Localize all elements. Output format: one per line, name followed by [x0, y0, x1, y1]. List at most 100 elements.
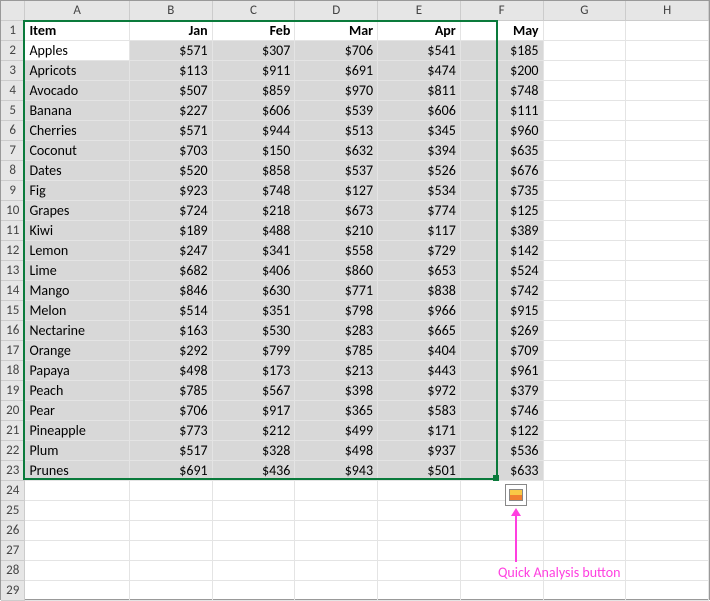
cell-F8[interactable]: $676	[460, 160, 543, 180]
row-header-2[interactable]: 2	[1, 40, 25, 60]
row-header-18[interactable]: 18	[1, 360, 25, 380]
cell-C14[interactable]: $630	[212, 280, 295, 300]
cell-F15[interactable]: $915	[460, 300, 543, 320]
cell-H22[interactable]	[626, 440, 709, 460]
cell-E7[interactable]: $394	[378, 140, 461, 160]
cell-H25[interactable]	[626, 500, 709, 520]
cell-D25[interactable]	[295, 500, 378, 520]
cell-G2[interactable]	[543, 40, 626, 60]
cell-G24[interactable]	[543, 480, 626, 500]
cell-D11[interactable]: $210	[295, 220, 378, 240]
cell-A3[interactable]: Apricots	[25, 60, 129, 80]
row-header-11[interactable]: 11	[1, 220, 25, 240]
cell-H20[interactable]	[626, 400, 709, 420]
cell-H26[interactable]	[626, 520, 709, 540]
cell-D7[interactable]: $632	[295, 140, 378, 160]
cell-F12[interactable]: $142	[460, 240, 543, 260]
cell-C8[interactable]: $858	[212, 160, 295, 180]
cell-B12[interactable]: $247	[129, 240, 212, 260]
cell-C6[interactable]: $944	[212, 120, 295, 140]
cell-B29[interactable]	[129, 580, 212, 600]
cell-G18[interactable]	[543, 360, 626, 380]
cell-E21[interactable]: $171	[378, 420, 461, 440]
cell-A11[interactable]: Kiwi	[25, 220, 129, 240]
cell-E16[interactable]: $665	[378, 320, 461, 340]
cell-A1[interactable]: Item	[25, 20, 129, 40]
cell-D23[interactable]: $943	[295, 460, 378, 480]
cell-D13[interactable]: $860	[295, 260, 378, 280]
row-header-5[interactable]: 5	[1, 100, 25, 120]
cell-G14[interactable]	[543, 280, 626, 300]
column-header-F[interactable]: F	[460, 1, 543, 20]
cell-E1[interactable]: Apr	[378, 20, 461, 40]
cell-G15[interactable]	[543, 300, 626, 320]
cell-C3[interactable]: $911	[212, 60, 295, 80]
cell-A12[interactable]: Lemon	[25, 240, 129, 260]
row-header-25[interactable]: 25	[1, 500, 25, 520]
cell-B3[interactable]: $113	[129, 60, 212, 80]
cell-C29[interactable]	[212, 580, 295, 600]
cell-A23[interactable]: Prunes	[25, 460, 129, 480]
cell-D6[interactable]: $513	[295, 120, 378, 140]
cell-C27[interactable]	[212, 540, 295, 560]
cell-A26[interactable]	[25, 520, 129, 540]
cell-G12[interactable]	[543, 240, 626, 260]
cell-B18[interactable]: $498	[129, 360, 212, 380]
cell-D14[interactable]: $771	[295, 280, 378, 300]
cell-G23[interactable]	[543, 460, 626, 480]
cell-F19[interactable]: $379	[460, 380, 543, 400]
cell-A7[interactable]: Coconut	[25, 140, 129, 160]
cell-C19[interactable]: $567	[212, 380, 295, 400]
row-header-17[interactable]: 17	[1, 340, 25, 360]
row-header-7[interactable]: 7	[1, 140, 25, 160]
cell-E3[interactable]: $474	[378, 60, 461, 80]
cell-F24[interactable]	[460, 480, 543, 500]
cell-F9[interactable]: $735	[460, 180, 543, 200]
cell-A5[interactable]: Banana	[25, 100, 129, 120]
cell-A4[interactable]: Avocado	[25, 80, 129, 100]
cell-D24[interactable]	[295, 480, 378, 500]
row-header-4[interactable]: 4	[1, 80, 25, 100]
cell-H7[interactable]	[626, 140, 709, 160]
cell-F6[interactable]: $960	[460, 120, 543, 140]
cell-H27[interactable]	[626, 540, 709, 560]
cell-D16[interactable]: $283	[295, 320, 378, 340]
cell-B26[interactable]	[129, 520, 212, 540]
cell-H13[interactable]	[626, 260, 709, 280]
row-header-27[interactable]: 27	[1, 540, 25, 560]
row-header-10[interactable]: 10	[1, 200, 25, 220]
cell-G19[interactable]	[543, 380, 626, 400]
cell-E11[interactable]: $117	[378, 220, 461, 240]
cell-D27[interactable]	[295, 540, 378, 560]
cell-C15[interactable]: $351	[212, 300, 295, 320]
cell-C2[interactable]: $307	[212, 40, 295, 60]
cell-E6[interactable]: $345	[378, 120, 461, 140]
cell-F13[interactable]: $524	[460, 260, 543, 280]
cell-F5[interactable]: $111	[460, 100, 543, 120]
cell-E13[interactable]: $653	[378, 260, 461, 280]
cell-C20[interactable]: $917	[212, 400, 295, 420]
row-header-23[interactable]: 23	[1, 460, 25, 480]
cell-C18[interactable]: $173	[212, 360, 295, 380]
cell-E25[interactable]	[378, 500, 461, 520]
cell-G17[interactable]	[543, 340, 626, 360]
cell-A27[interactable]	[25, 540, 129, 560]
cell-E2[interactable]: $541	[378, 40, 461, 60]
cell-A18[interactable]: Papaya	[25, 360, 129, 380]
cell-H12[interactable]	[626, 240, 709, 260]
cell-B21[interactable]: $773	[129, 420, 212, 440]
cell-C7[interactable]: $150	[212, 140, 295, 160]
cell-D28[interactable]	[295, 560, 378, 580]
cell-G6[interactable]	[543, 120, 626, 140]
cell-D9[interactable]: $127	[295, 180, 378, 200]
cell-F23[interactable]: $633	[460, 460, 543, 480]
cell-H29[interactable]	[626, 580, 709, 600]
cell-G4[interactable]	[543, 80, 626, 100]
cell-F26[interactable]	[460, 520, 543, 540]
cell-G8[interactable]	[543, 160, 626, 180]
cell-C9[interactable]: $748	[212, 180, 295, 200]
cell-E24[interactable]	[378, 480, 461, 500]
cell-C28[interactable]	[212, 560, 295, 580]
cell-G11[interactable]	[543, 220, 626, 240]
cell-B2[interactable]: $571	[129, 40, 212, 60]
